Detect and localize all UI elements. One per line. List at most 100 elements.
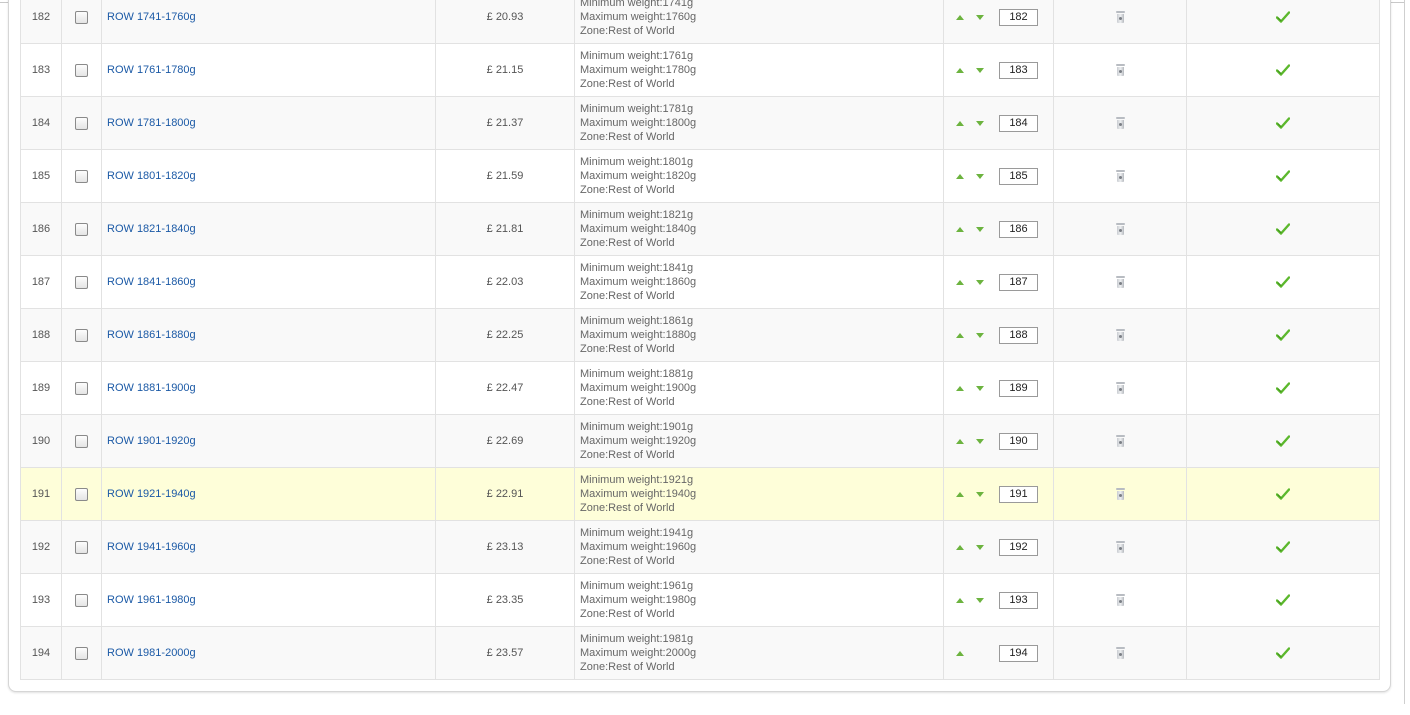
ordering-input[interactable] bbox=[999, 592, 1038, 609]
trash-icon[interactable] bbox=[1115, 170, 1125, 183]
ordering-input[interactable] bbox=[999, 433, 1038, 450]
row-checkbox-cell bbox=[61, 0, 102, 44]
ordering-input[interactable] bbox=[999, 380, 1038, 397]
trash-icon[interactable] bbox=[1115, 488, 1125, 501]
rate-description: Minimum weight:1881g Maximum weight:1900… bbox=[574, 361, 944, 415]
checkmark-icon[interactable] bbox=[1276, 276, 1290, 288]
ordering-input[interactable] bbox=[999, 115, 1038, 132]
move-up-icon[interactable] bbox=[956, 333, 964, 338]
ordering-input[interactable] bbox=[999, 486, 1038, 503]
row-checkbox[interactable] bbox=[75, 275, 88, 289]
move-down-icon[interactable] bbox=[976, 174, 984, 179]
trash-icon[interactable] bbox=[1115, 382, 1125, 395]
trash-icon[interactable] bbox=[1115, 64, 1125, 77]
ordering-input[interactable] bbox=[999, 327, 1038, 344]
checkmark-icon[interactable] bbox=[1276, 594, 1290, 606]
move-down-icon[interactable] bbox=[976, 545, 984, 550]
row-checkbox[interactable] bbox=[75, 487, 88, 501]
move-up-icon[interactable] bbox=[956, 227, 964, 232]
scrollbar-track[interactable] bbox=[1404, 0, 1405, 704]
move-up-icon[interactable] bbox=[956, 545, 964, 550]
checkmark-icon[interactable] bbox=[1276, 382, 1290, 394]
move-down-icon[interactable] bbox=[976, 386, 984, 391]
rate-name-link[interactable]: ROW 1961-1980g bbox=[107, 594, 196, 606]
row-checkbox[interactable] bbox=[75, 434, 88, 448]
published-cell bbox=[1186, 361, 1380, 415]
rate-name-link[interactable]: ROW 1921-1940g bbox=[107, 488, 196, 500]
rate-price: £ 21.37 bbox=[435, 96, 575, 150]
trash-icon[interactable] bbox=[1115, 117, 1125, 130]
move-up-icon[interactable] bbox=[956, 174, 964, 179]
move-up-icon[interactable] bbox=[956, 439, 964, 444]
row-checkbox[interactable] bbox=[75, 381, 88, 395]
ordering-input[interactable] bbox=[999, 62, 1038, 79]
rate-name-link[interactable]: ROW 1761-1780g bbox=[107, 64, 196, 76]
checkmark-icon[interactable] bbox=[1276, 170, 1290, 182]
move-up-icon[interactable] bbox=[956, 121, 964, 126]
move-down-icon[interactable] bbox=[976, 333, 984, 338]
trash-icon[interactable] bbox=[1115, 435, 1125, 448]
rate-name-link[interactable]: ROW 1901-1920g bbox=[107, 435, 196, 447]
row-checkbox[interactable] bbox=[75, 328, 88, 342]
ordering-input[interactable] bbox=[999, 168, 1038, 185]
ordering-input[interactable] bbox=[999, 539, 1038, 556]
move-down-icon[interactable] bbox=[976, 15, 984, 20]
rate-name-link[interactable]: ROW 1981-2000g bbox=[107, 647, 196, 659]
checkmark-icon[interactable] bbox=[1276, 11, 1290, 23]
ordering-input[interactable] bbox=[999, 9, 1038, 26]
min-weight-text: Minimum weight:1761g bbox=[580, 50, 694, 62]
row-checkbox[interactable] bbox=[75, 646, 88, 660]
row-checkbox[interactable] bbox=[75, 116, 88, 130]
move-down-icon[interactable] bbox=[976, 439, 984, 444]
checkmark-icon[interactable] bbox=[1276, 435, 1290, 447]
rate-name-link[interactable]: ROW 1801-1820g bbox=[107, 170, 196, 182]
rate-name-link[interactable]: ROW 1941-1960g bbox=[107, 541, 196, 553]
row-checkbox[interactable] bbox=[75, 540, 88, 554]
checkmark-icon[interactable] bbox=[1276, 488, 1290, 500]
move-down-icon[interactable] bbox=[976, 121, 984, 126]
rate-price: £ 21.59 bbox=[435, 149, 575, 203]
move-up-icon[interactable] bbox=[956, 386, 964, 391]
trash-icon[interactable] bbox=[1115, 594, 1125, 607]
row-checkbox[interactable] bbox=[75, 10, 88, 24]
checkmark-icon[interactable] bbox=[1276, 223, 1290, 235]
trash-icon[interactable] bbox=[1115, 541, 1125, 554]
row-checkbox[interactable] bbox=[75, 222, 88, 236]
trash-icon[interactable] bbox=[1115, 329, 1125, 342]
move-down-icon[interactable] bbox=[976, 227, 984, 232]
ordering-input[interactable] bbox=[999, 221, 1038, 238]
trash-icon[interactable] bbox=[1115, 276, 1125, 289]
checkmark-icon[interactable] bbox=[1276, 541, 1290, 553]
move-up-icon[interactable] bbox=[956, 15, 964, 20]
move-down-icon[interactable] bbox=[976, 280, 984, 285]
rate-price: £ 22.47 bbox=[435, 361, 575, 415]
row-checkbox[interactable] bbox=[75, 593, 88, 607]
move-up-icon[interactable] bbox=[956, 651, 964, 656]
delete-cell bbox=[1053, 43, 1187, 97]
checkmark-icon[interactable] bbox=[1276, 117, 1290, 129]
move-up-icon[interactable] bbox=[956, 492, 964, 497]
move-up-icon[interactable] bbox=[956, 68, 964, 73]
checkmark-icon[interactable] bbox=[1276, 329, 1290, 341]
trash-icon[interactable] bbox=[1115, 11, 1125, 24]
move-down-icon[interactable] bbox=[976, 68, 984, 73]
move-up-icon[interactable] bbox=[956, 598, 964, 603]
delete-cell bbox=[1053, 626, 1187, 680]
trash-icon[interactable] bbox=[1115, 647, 1125, 660]
rate-name-link[interactable]: ROW 1861-1880g bbox=[107, 329, 196, 341]
rate-name-link[interactable]: ROW 1841-1860g bbox=[107, 276, 196, 288]
rate-name-link[interactable]: ROW 1881-1900g bbox=[107, 382, 196, 394]
rate-name-link[interactable]: ROW 1781-1800g bbox=[107, 117, 196, 129]
ordering-input[interactable] bbox=[999, 274, 1038, 291]
rate-name-link[interactable]: ROW 1741-1760g bbox=[107, 11, 196, 23]
move-up-icon[interactable] bbox=[956, 280, 964, 285]
trash-icon[interactable] bbox=[1115, 223, 1125, 236]
row-checkbox[interactable] bbox=[75, 169, 88, 183]
checkmark-icon[interactable] bbox=[1276, 64, 1290, 76]
checkmark-icon[interactable] bbox=[1276, 647, 1290, 659]
move-down-icon[interactable] bbox=[976, 598, 984, 603]
move-down-icon[interactable] bbox=[976, 492, 984, 497]
ordering-input[interactable] bbox=[999, 645, 1038, 662]
row-checkbox[interactable] bbox=[75, 63, 88, 77]
rate-name-link[interactable]: ROW 1821-1840g bbox=[107, 223, 196, 235]
